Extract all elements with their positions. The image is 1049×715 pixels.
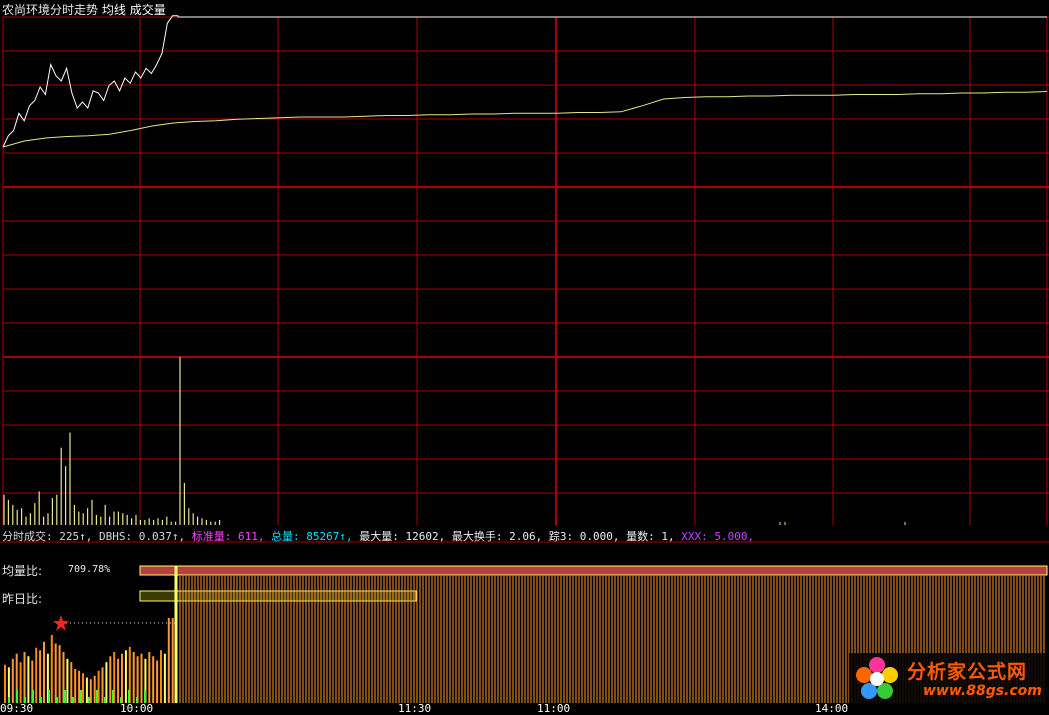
flower-logo-icon <box>856 657 898 699</box>
stat-item: 踪3: 0.000, <box>548 530 627 543</box>
stat-item: 量数: 1, <box>626 530 682 543</box>
stat-item: 分时成交: 225↑, <box>2 530 99 543</box>
watermark-title: 分析家公式网 <box>907 661 1028 683</box>
avg-ratio-label: 均量比: <box>2 564 43 578</box>
stat-item: XXX: 5.000, <box>681 530 755 543</box>
chart-title: 农尚环境分时走势 均线 成交量 <box>2 1 166 18</box>
stat-item: 标准量: 611, <box>191 530 272 543</box>
legend-avg-line: 均线 <box>101 3 126 17</box>
stat-item: 总量: 85267↑, <box>271 530 360 543</box>
prev-day-ratio-label: 昨日比: <box>2 592 43 606</box>
intraday-chart <box>0 15 1049 703</box>
avg-ratio-bar <box>139 565 1048 576</box>
indicator-stats-row: 分时成交: 225↑, DBHS: 0.037↑, 标准量: 611, 总量: … <box>2 528 754 544</box>
stat-item: 最大换手: 2.06, <box>451 530 549 543</box>
stock-title: 农尚环境分时走势 <box>2 3 99 17</box>
legend-volume: 成交量 <box>129 3 166 17</box>
stat-item: DBHS: 0.037↑, <box>98 530 192 543</box>
stat-item: 最大量: 12602, <box>359 530 452 543</box>
avg-ratio-value: 709.78% <box>68 564 111 575</box>
watermark-url: www.88gs.com <box>923 683 1042 699</box>
price-line <box>2 15 1047 148</box>
watermark: 分析家公式网 www.88gs.com <box>849 653 1045 705</box>
